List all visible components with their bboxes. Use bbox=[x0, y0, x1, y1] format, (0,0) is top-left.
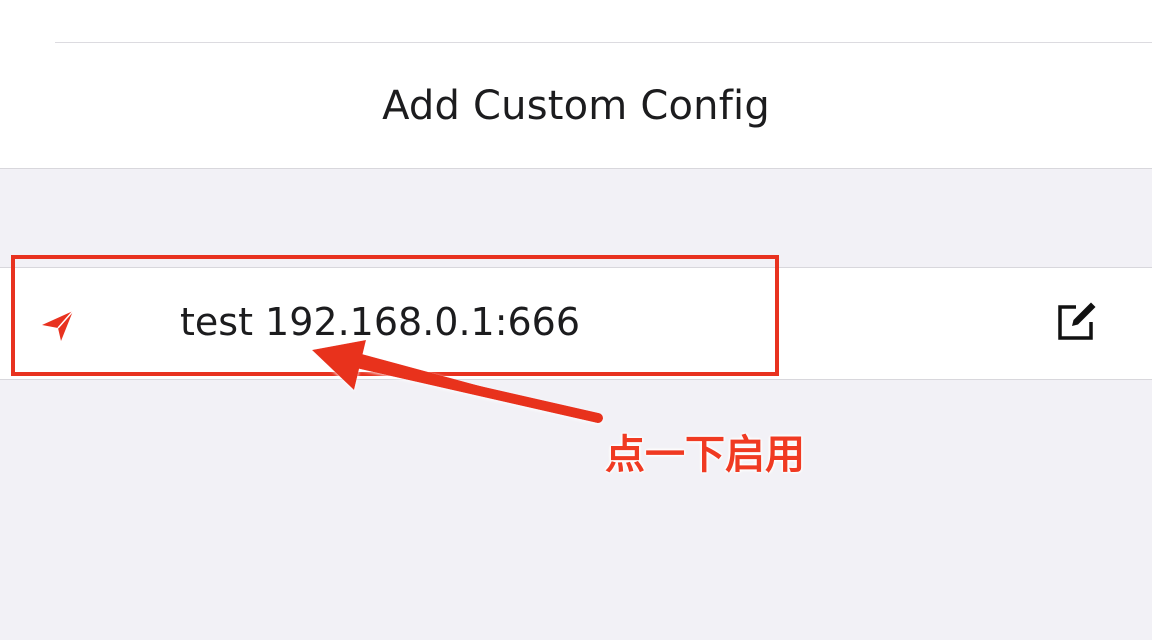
add-custom-config-label: Add Custom Config bbox=[382, 82, 770, 129]
annotation-callout: 点一下启用 bbox=[605, 432, 805, 478]
add-custom-config-button[interactable]: Add Custom Config bbox=[0, 43, 1152, 168]
config-label: test 192.168.0.1:666 bbox=[180, 300, 581, 344]
edit-icon[interactable] bbox=[1054, 298, 1100, 344]
config-row[interactable]: test 192.168.0.1:666 bbox=[0, 267, 1152, 380]
paper-plane-icon bbox=[42, 310, 74, 341]
top-section: Add Custom Config bbox=[0, 0, 1152, 169]
